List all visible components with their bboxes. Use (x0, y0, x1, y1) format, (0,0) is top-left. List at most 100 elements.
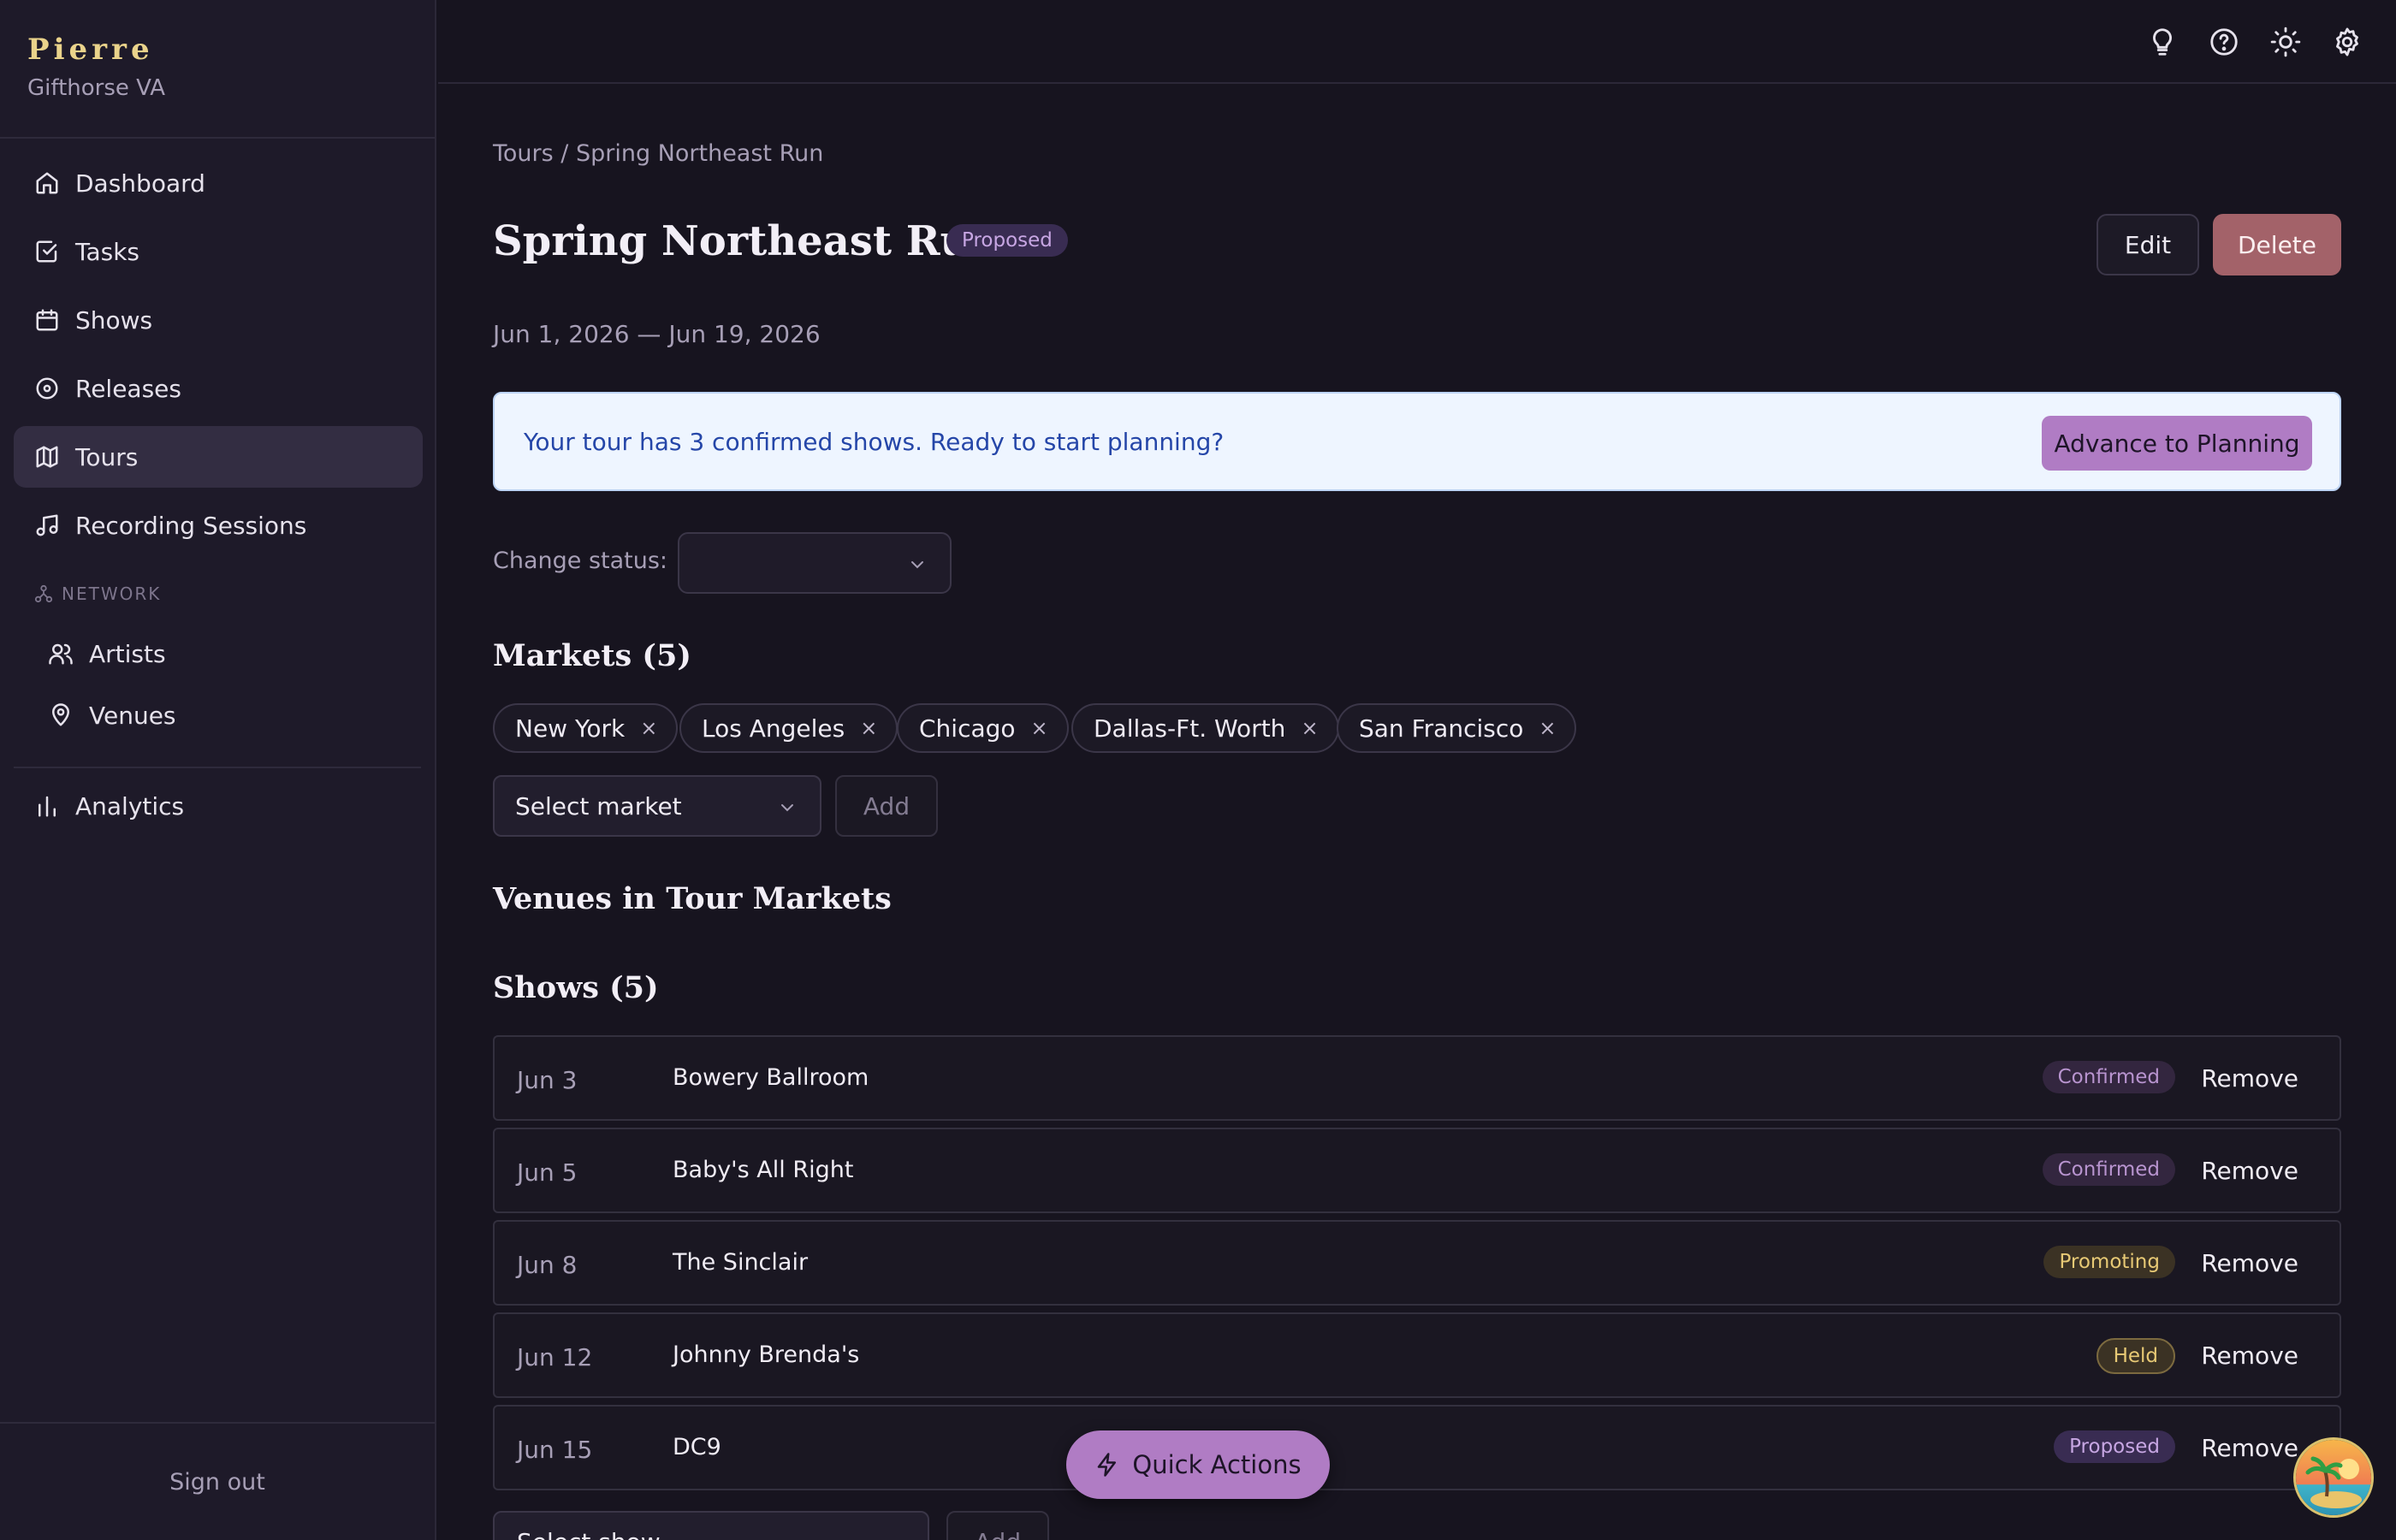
status-badge: Proposed (946, 224, 1068, 257)
status-badge: Proposed (2054, 1430, 2175, 1463)
status-badge: Confirmed (2042, 1153, 2175, 1186)
sidebar-item-label: Shows (75, 305, 153, 335)
sidebar-divider (0, 137, 435, 139)
network-section-label: NETWORK (34, 583, 161, 604)
market-chip: Dallas-Ft. Worth × (1071, 703, 1339, 753)
advance-to-planning-button[interactable]: Advance to Planning (2042, 416, 2312, 471)
show-venue[interactable]: The Sinclair (673, 1249, 808, 1276)
delete-button[interactable]: Delete (2213, 214, 2341, 275)
check-square-icon (36, 240, 57, 263)
market-chip: Chicago × (897, 703, 1069, 753)
market-chip-label: Dallas-Ft. Worth (1094, 714, 1286, 743)
sidebar-item-recording-sessions[interactable]: Recording Sessions (14, 495, 423, 556)
sidebar-item-label: Dashboard (75, 169, 205, 198)
avatar[interactable] (2293, 1437, 2374, 1518)
network-icon (34, 584, 53, 603)
sidebar-item-tasks[interactable]: Tasks (14, 221, 423, 282)
quick-actions-button[interactable]: Quick Actions (1066, 1430, 1330, 1499)
sidebar-item-dashboard[interactable]: Dashboard (14, 152, 423, 214)
table-row[interactable]: Jun 5 Baby's All Right Confirmed Remove (493, 1128, 2341, 1213)
venues-heading: Venues in Tour Markets (493, 881, 892, 916)
main-content: Tours / Spring Northeast Run Spring Nort… (493, 0, 2341, 1540)
status-badge: Held (2096, 1338, 2175, 1374)
sign-out-area: Sign out (0, 1422, 435, 1540)
show-date: Jun 5 (517, 1158, 578, 1187)
market-chip: New York × (493, 703, 679, 753)
show-venue[interactable]: DC9 (673, 1434, 721, 1460)
island-avatar-icon (2296, 1440, 2371, 1515)
chevron-down-icon (781, 804, 793, 812)
market-chip-label: Chicago (919, 714, 1016, 743)
network-section-text: NETWORK (62, 583, 162, 604)
remove-show-button[interactable]: Remove (2201, 1157, 2298, 1185)
market-chip-label: Los Angeles (702, 714, 845, 743)
show-select[interactable]: Select show (493, 1511, 929, 1540)
show-date: Jun 3 (517, 1066, 578, 1094)
remove-market-icon[interactable]: × (640, 716, 657, 740)
sidebar-item-tours[interactable]: Tours (14, 426, 423, 488)
brand: Pierre Gifthorse VA (27, 33, 165, 101)
sidebar-item-label: Venues (89, 701, 176, 730)
table-row[interactable]: Jun 12 Johnny Brenda's Held Remove (493, 1312, 2341, 1398)
show-date: Jun 12 (517, 1343, 593, 1371)
show-date: Jun 8 (517, 1251, 578, 1279)
shows-heading: Shows (5) (493, 970, 659, 1005)
chevron-down-icon (911, 561, 923, 569)
table-row[interactable]: Jun 15 DC9 Proposed Remove (493, 1405, 2341, 1490)
planning-banner: Your tour has 3 confirmed shows. Ready t… (493, 392, 2341, 491)
show-venue[interactable]: Johnny Brenda's (673, 1342, 859, 1368)
quick-actions-label: Quick Actions (1132, 1450, 1302, 1479)
status-badge: Promoting (2043, 1246, 2175, 1278)
market-chip-label: New York (515, 714, 626, 743)
add-show-button[interactable]: Add (946, 1511, 1049, 1540)
users-icon (49, 643, 73, 665)
show-select-placeholder: Select show (517, 1528, 661, 1540)
breadcrumb[interactable]: Tours / Spring Northeast Run (493, 140, 823, 167)
remove-market-icon[interactable]: × (860, 716, 877, 740)
sidebar-item-label: Analytics (75, 791, 185, 820)
sidebar-item-releases[interactable]: Releases (14, 358, 423, 419)
remove-market-icon[interactable]: × (1031, 716, 1048, 740)
brand-name: Pierre (27, 33, 154, 67)
show-venue[interactable]: Bowery Ballroom (673, 1064, 869, 1091)
disc-icon (36, 377, 58, 400)
date-range: Jun 1, 2026 — Jun 19, 2026 (493, 320, 821, 348)
sidebar-item-analytics[interactable]: Analytics (14, 775, 423, 837)
remove-market-icon[interactable]: × (1539, 716, 1556, 740)
page-title: Spring Northeast Run (493, 217, 1000, 265)
remove-show-button[interactable]: Remove (2201, 1434, 2298, 1462)
sidebar-item-label: Tasks (75, 237, 140, 266)
map-icon (36, 446, 58, 468)
sidebar-item-label: Tours (75, 442, 139, 471)
show-date: Jun 15 (517, 1436, 593, 1464)
remove-market-icon[interactable]: × (1301, 716, 1318, 740)
status-select[interactable] (678, 532, 952, 594)
market-select[interactable]: Select market (493, 775, 821, 837)
market-select-placeholder: Select market (515, 791, 682, 820)
sidebar-item-venues[interactable]: Venues (27, 684, 423, 746)
sidebar-item-shows[interactable]: Shows (14, 289, 423, 351)
market-chip-label: San Francisco (1359, 714, 1524, 743)
change-status-label: Change status: (493, 548, 668, 574)
remove-show-button[interactable]: Remove (2201, 1064, 2298, 1093)
add-market-button[interactable]: Add (835, 775, 938, 837)
sign-out-link[interactable]: Sign out (169, 1469, 265, 1496)
table-row[interactable]: Jun 8 The Sinclair Promoting Remove (493, 1220, 2341, 1306)
map-pin-icon (52, 703, 69, 726)
sidebar: Pierre Gifthorse VA Dashboard Tasks Show… (0, 0, 436, 1540)
banner-text: Your tour has 3 confirmed shows. Ready t… (524, 428, 1225, 456)
brand-subtitle: Gifthorse VA (27, 75, 166, 101)
market-chip: Los Angeles × (679, 703, 898, 753)
sidebar-item-artists[interactable]: Artists (27, 623, 423, 684)
show-venue[interactable]: Baby's All Right (673, 1157, 853, 1183)
edit-button[interactable]: Edit (2096, 214, 2199, 275)
remove-show-button[interactable]: Remove (2201, 1249, 2298, 1277)
remove-show-button[interactable]: Remove (2201, 1342, 2298, 1370)
calendar-icon (36, 309, 58, 331)
table-row[interactable]: Jun 3 Bowery Ballroom Confirmed Remove (493, 1035, 2341, 1121)
sidebar-divider (14, 767, 421, 768)
market-chip: San Francisco × (1337, 703, 1577, 753)
status-badge: Confirmed (2042, 1061, 2175, 1093)
music-note-icon (36, 514, 58, 536)
markets-heading: Markets (5) (493, 638, 691, 673)
